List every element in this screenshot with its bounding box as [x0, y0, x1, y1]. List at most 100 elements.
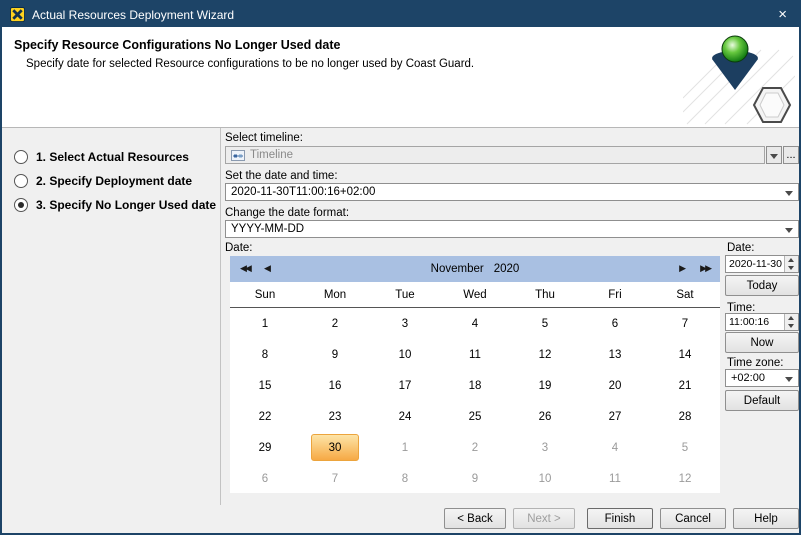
step-option-2[interactable]: 2. Specify Deployment date — [2, 169, 220, 193]
timezone-combobox[interactable]: +02:00 — [725, 369, 799, 387]
calendar-day[interactable]: 24 — [370, 401, 440, 432]
calendar-day[interactable]: 21 — [650, 370, 720, 401]
calendar-day[interactable]: 3 — [370, 308, 440, 339]
date-section-label: Date: — [225, 242, 253, 254]
steps-list: 1. Select Actual Resources 2. Specify Dep… — [2, 128, 221, 505]
calendar-day[interactable]: 7 — [650, 308, 720, 339]
timeline-combobox[interactable]: Timeline — [225, 146, 765, 164]
calendar-day[interactable]: 11 — [580, 463, 650, 494]
radio-icon — [14, 174, 28, 188]
format-label: Change the date format: — [225, 207, 349, 219]
weekday-label: Thu — [510, 289, 580, 301]
calendar-day[interactable]: 17 — [370, 370, 440, 401]
calendar-day[interactable]: 6 — [580, 308, 650, 339]
datetime-combobox[interactable]: 2020-11-30T11:00:16+02:00 — [225, 183, 799, 201]
weekday-label: Wed — [440, 289, 510, 301]
calendar-day[interactable]: 15 — [230, 370, 300, 401]
default-button[interactable]: Default — [725, 390, 799, 411]
next-button[interactable]: Next > — [513, 508, 575, 529]
time-spinner-value: 11:00:16 — [729, 316, 769, 328]
calendar-day[interactable]: 2 — [300, 308, 370, 339]
calendar-day[interactable]: 9 — [300, 339, 370, 370]
calendar-day[interactable]: 29 — [230, 432, 300, 463]
timezone-value: +02:00 — [731, 372, 765, 384]
weekday-label: Tue — [370, 289, 440, 301]
date-spinner[interactable]: 2020-11-30 — [725, 255, 799, 273]
calendar-day[interactable]: 19 — [510, 370, 580, 401]
calendar-day[interactable]: 23 — [300, 401, 370, 432]
calendar-day[interactable]: 5 — [650, 432, 720, 463]
calendar: ◀◀ ◀ November2020 ▶ ▶▶ SunMonTueWedThuFr… — [230, 256, 720, 493]
calendar-day[interactable]: 7 — [300, 463, 370, 494]
calendar-day[interactable]: 22 — [230, 401, 300, 432]
finish-button[interactable]: Finish — [587, 508, 653, 529]
prev-year-icon[interactable]: ◀◀ — [240, 263, 250, 274]
calendar-day[interactable]: 2 — [440, 432, 510, 463]
chevron-down-icon — [785, 228, 793, 233]
next-year-icon[interactable]: ▶▶ — [700, 263, 710, 274]
close-icon[interactable]: × — [774, 7, 791, 22]
weekday-label: Fri — [580, 289, 650, 301]
calendar-weekdays: SunMonTueWedThuFriSat — [230, 282, 720, 308]
calendar-day[interactable]: 5 — [510, 308, 580, 339]
calendar-day[interactable]: 10 — [510, 463, 580, 494]
help-button[interactable]: Help — [733, 508, 799, 529]
timeline-dropdown-button[interactable] — [766, 146, 782, 164]
calendar-day[interactable]: 25 — [440, 401, 510, 432]
calendar-day[interactable]: 8 — [230, 339, 300, 370]
timeline-browse-button[interactable]: ... — [783, 146, 799, 164]
step-label: 2. Specify Deployment date — [36, 174, 192, 188]
chevron-down-icon — [770, 154, 778, 159]
calendar-day[interactable]: 27 — [580, 401, 650, 432]
calendar-day[interactable]: 3 — [510, 432, 580, 463]
calendar-day[interactable]: 8 — [370, 463, 440, 494]
calendar-day[interactable]: 26 — [510, 401, 580, 432]
calendar-day[interactable]: 20 — [580, 370, 650, 401]
calendar-day[interactable]: 6 — [230, 463, 300, 494]
step-option-3[interactable]: 3. Specify No Longer Used date — [2, 193, 220, 217]
calendar-day[interactable]: 12 — [510, 339, 580, 370]
calendar-day[interactable]: 4 — [440, 308, 510, 339]
radio-selected-icon — [14, 198, 28, 212]
now-button[interactable]: Now — [725, 332, 799, 353]
cancel-button[interactable]: Cancel — [660, 508, 726, 529]
weekday-label: Sun — [230, 289, 300, 301]
app-icon — [10, 7, 25, 22]
step-option-1[interactable]: 1. Select Actual Resources — [2, 145, 220, 169]
spin-down-icon[interactable] — [785, 264, 798, 272]
calendar-day[interactable]: 14 — [650, 339, 720, 370]
spin-down-icon[interactable] — [785, 322, 798, 330]
calendar-grid: 1234567891011121314151617181920212223242… — [230, 308, 720, 494]
calendar-day[interactable]: 18 — [440, 370, 510, 401]
calendar-day[interactable]: 9 — [440, 463, 510, 494]
calendar-day[interactable]: 1 — [230, 308, 300, 339]
calendar-month-title: November2020 — [431, 263, 520, 275]
calendar-day[interactable]: 1 — [370, 432, 440, 463]
back-button[interactable]: < Back — [444, 508, 506, 529]
prev-month-icon[interactable]: ◀ — [264, 263, 269, 274]
timezone-label: Time zone: — [727, 357, 783, 369]
window-title: Actual Resources Deployment Wizard — [32, 8, 234, 22]
side-date-label: Date: — [727, 242, 755, 254]
calendar-day[interactable]: 28 — [650, 401, 720, 432]
calendar-day[interactable]: 4 — [580, 432, 650, 463]
calendar-day[interactable]: 10 — [370, 339, 440, 370]
next-month-icon[interactable]: ▶ — [679, 263, 686, 274]
page-title: Specify Resource Configurations No Longe… — [14, 38, 340, 52]
calendar-day[interactable]: 11 — [440, 339, 510, 370]
chevron-down-icon — [785, 377, 793, 382]
calendar-day[interactable]: 13 — [580, 339, 650, 370]
page-subtitle: Specify date for selected Resource confi… — [26, 58, 474, 70]
calendar-day[interactable]: 12 — [650, 463, 720, 494]
wizard-window: Actual Resources Deployment Wizard × Spe… — [0, 0, 801, 535]
spin-up-icon[interactable] — [785, 314, 798, 322]
step-label: 1. Select Actual Resources — [36, 150, 189, 164]
format-value: YYYY-MM-DD — [231, 223, 304, 235]
calendar-day[interactable]: 16 — [300, 370, 370, 401]
spin-up-icon[interactable] — [785, 256, 798, 264]
format-combobox[interactable]: YYYY-MM-DD — [225, 220, 799, 238]
spinner-arrows — [784, 256, 798, 272]
time-spinner[interactable]: 11:00:16 — [725, 313, 799, 331]
today-button[interactable]: Today — [725, 275, 799, 296]
calendar-day-selected[interactable]: 30 — [300, 432, 370, 463]
